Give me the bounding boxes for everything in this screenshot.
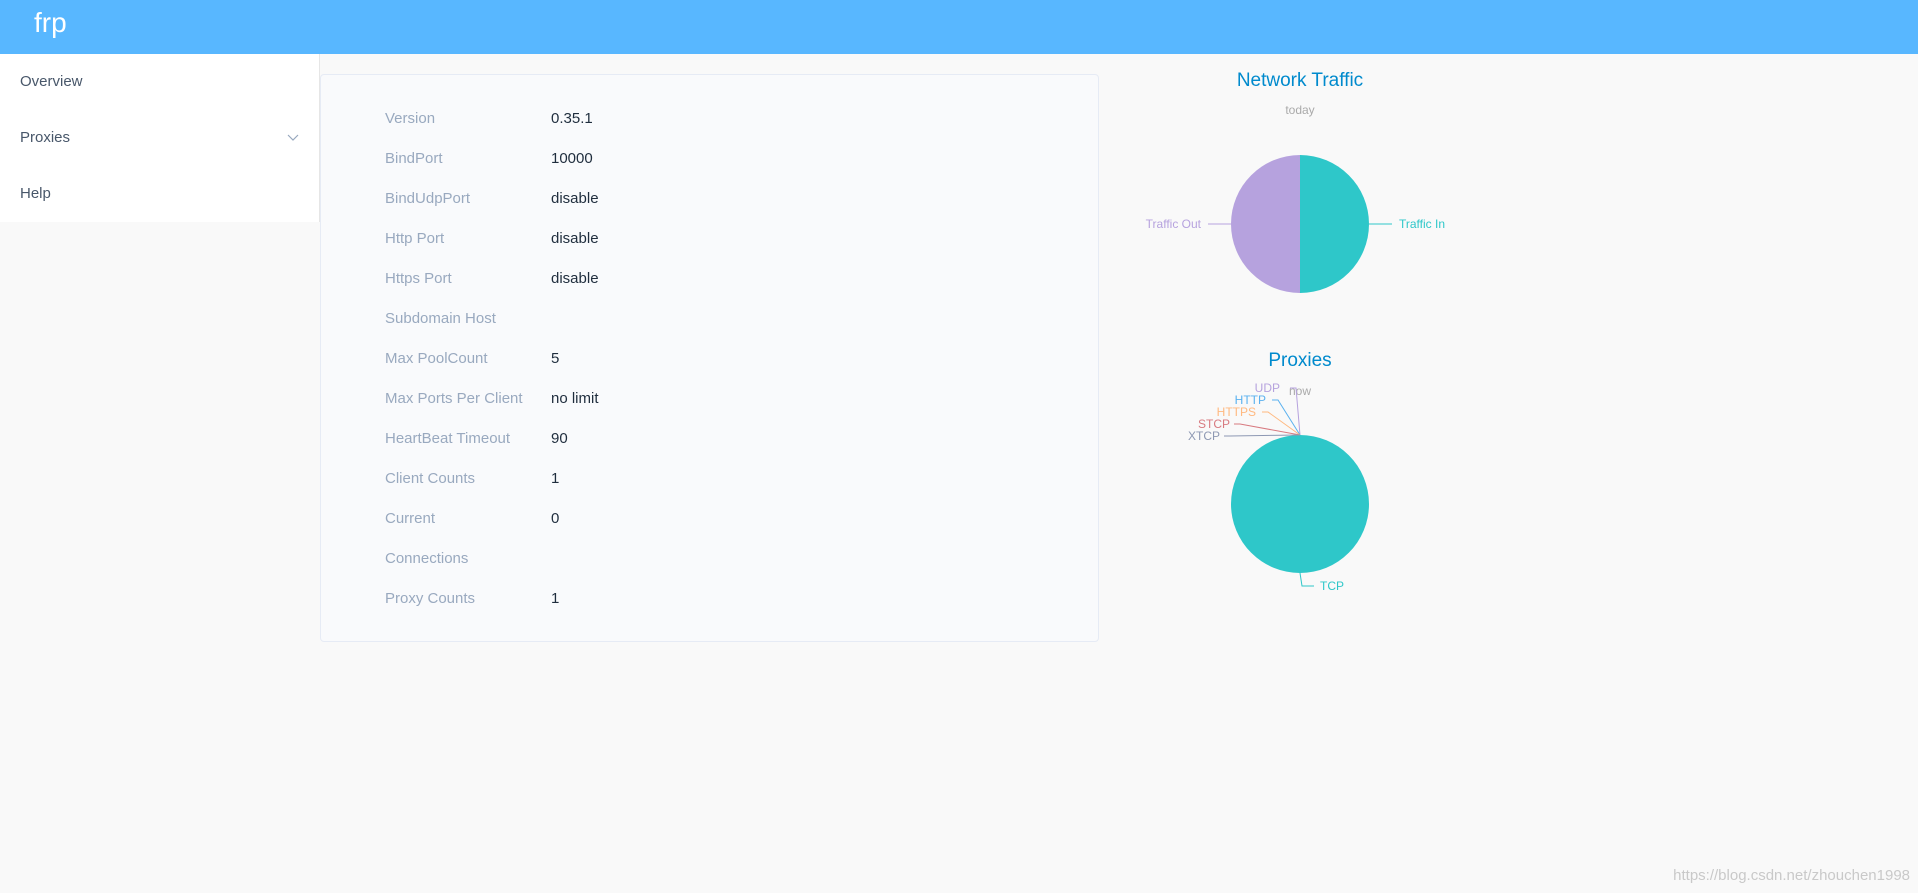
- pie-label: XTCP: [1188, 429, 1220, 443]
- sidebar-item-overview[interactable]: Overview: [0, 54, 319, 110]
- info-label: HeartBeat Timeout: [385, 430, 511, 447]
- sidebar-item-label: Overview: [20, 73, 83, 90]
- pie-label-line: [1224, 434, 1301, 437]
- info-label: Http Port: [385, 230, 445, 247]
- info-value: disable: [551, 270, 599, 287]
- info-value: 10000: [551, 150, 593, 167]
- sidebar: Overview Proxies Help: [0, 54, 320, 222]
- sidebar-item-help[interactable]: Help: [0, 166, 319, 222]
- charts-area: Network Traffic today Traffic In Traffic Ou…: [1100, 54, 1500, 614]
- info-label: Max Ports Per Client: [385, 390, 523, 407]
- chevron-down-icon[interactable]: [287, 110, 299, 166]
- chart-title: Network Traffic: [1237, 70, 1363, 91]
- info-value: disable: [551, 230, 599, 247]
- info-label: Subdomain Host: [385, 310, 496, 327]
- pie-label-line: [1299, 572, 1314, 587]
- info-label: Current: [385, 510, 436, 527]
- sidebar-item-proxies[interactable]: Proxies: [0, 110, 319, 166]
- sidebar-item-label: Proxies: [20, 129, 71, 146]
- info-label: Max PoolCount: [385, 350, 488, 367]
- info-label: Version: [385, 110, 436, 127]
- info-value: 5: [551, 350, 560, 367]
- info-label: Connections: [385, 550, 469, 567]
- pie-label: Traffic In: [1399, 217, 1445, 231]
- sidebar-item-label: Help: [20, 185, 51, 202]
- info-value: 90: [551, 430, 568, 447]
- pie-label: TCP: [1320, 579, 1344, 593]
- info-label: BindPort: [385, 150, 443, 167]
- app-logo[interactable]: frp: [34, 6, 67, 40]
- chart-subtitle: today: [1285, 103, 1314, 117]
- server-info-panel: Version 0.35.1 BindPort 10000 BindUdpPor…: [320, 74, 1099, 642]
- pie-slice: [1231, 435, 1369, 573]
- info-label: Client Counts: [385, 470, 476, 487]
- charts-svg: Network Traffic today Traffic In Traffic Ou…: [1146, 70, 1445, 593]
- chart-title: Proxies: [1268, 350, 1331, 371]
- watermark: https://blog.csdn.net/zhouchen1998: [1673, 867, 1910, 884]
- info-value: 1: [551, 590, 560, 607]
- pie-slice: [1300, 155, 1369, 293]
- info-value: 1: [551, 470, 560, 487]
- info-label: Proxy Counts: [385, 590, 476, 607]
- pie-slice: [1231, 155, 1300, 293]
- top-header: frp: [0, 0, 1918, 54]
- info-value: disable: [551, 190, 599, 207]
- pie-label: Traffic Out: [1146, 217, 1202, 231]
- info-value: no limit: [551, 390, 599, 407]
- info-label: BindUdpPort: [385, 190, 471, 207]
- pie-label-line: [1234, 423, 1301, 436]
- info-value: 0: [551, 510, 560, 527]
- info-label: Https Port: [385, 270, 452, 287]
- info-value: 0.35.1: [551, 110, 593, 127]
- chart-subtitle: now: [1289, 384, 1311, 398]
